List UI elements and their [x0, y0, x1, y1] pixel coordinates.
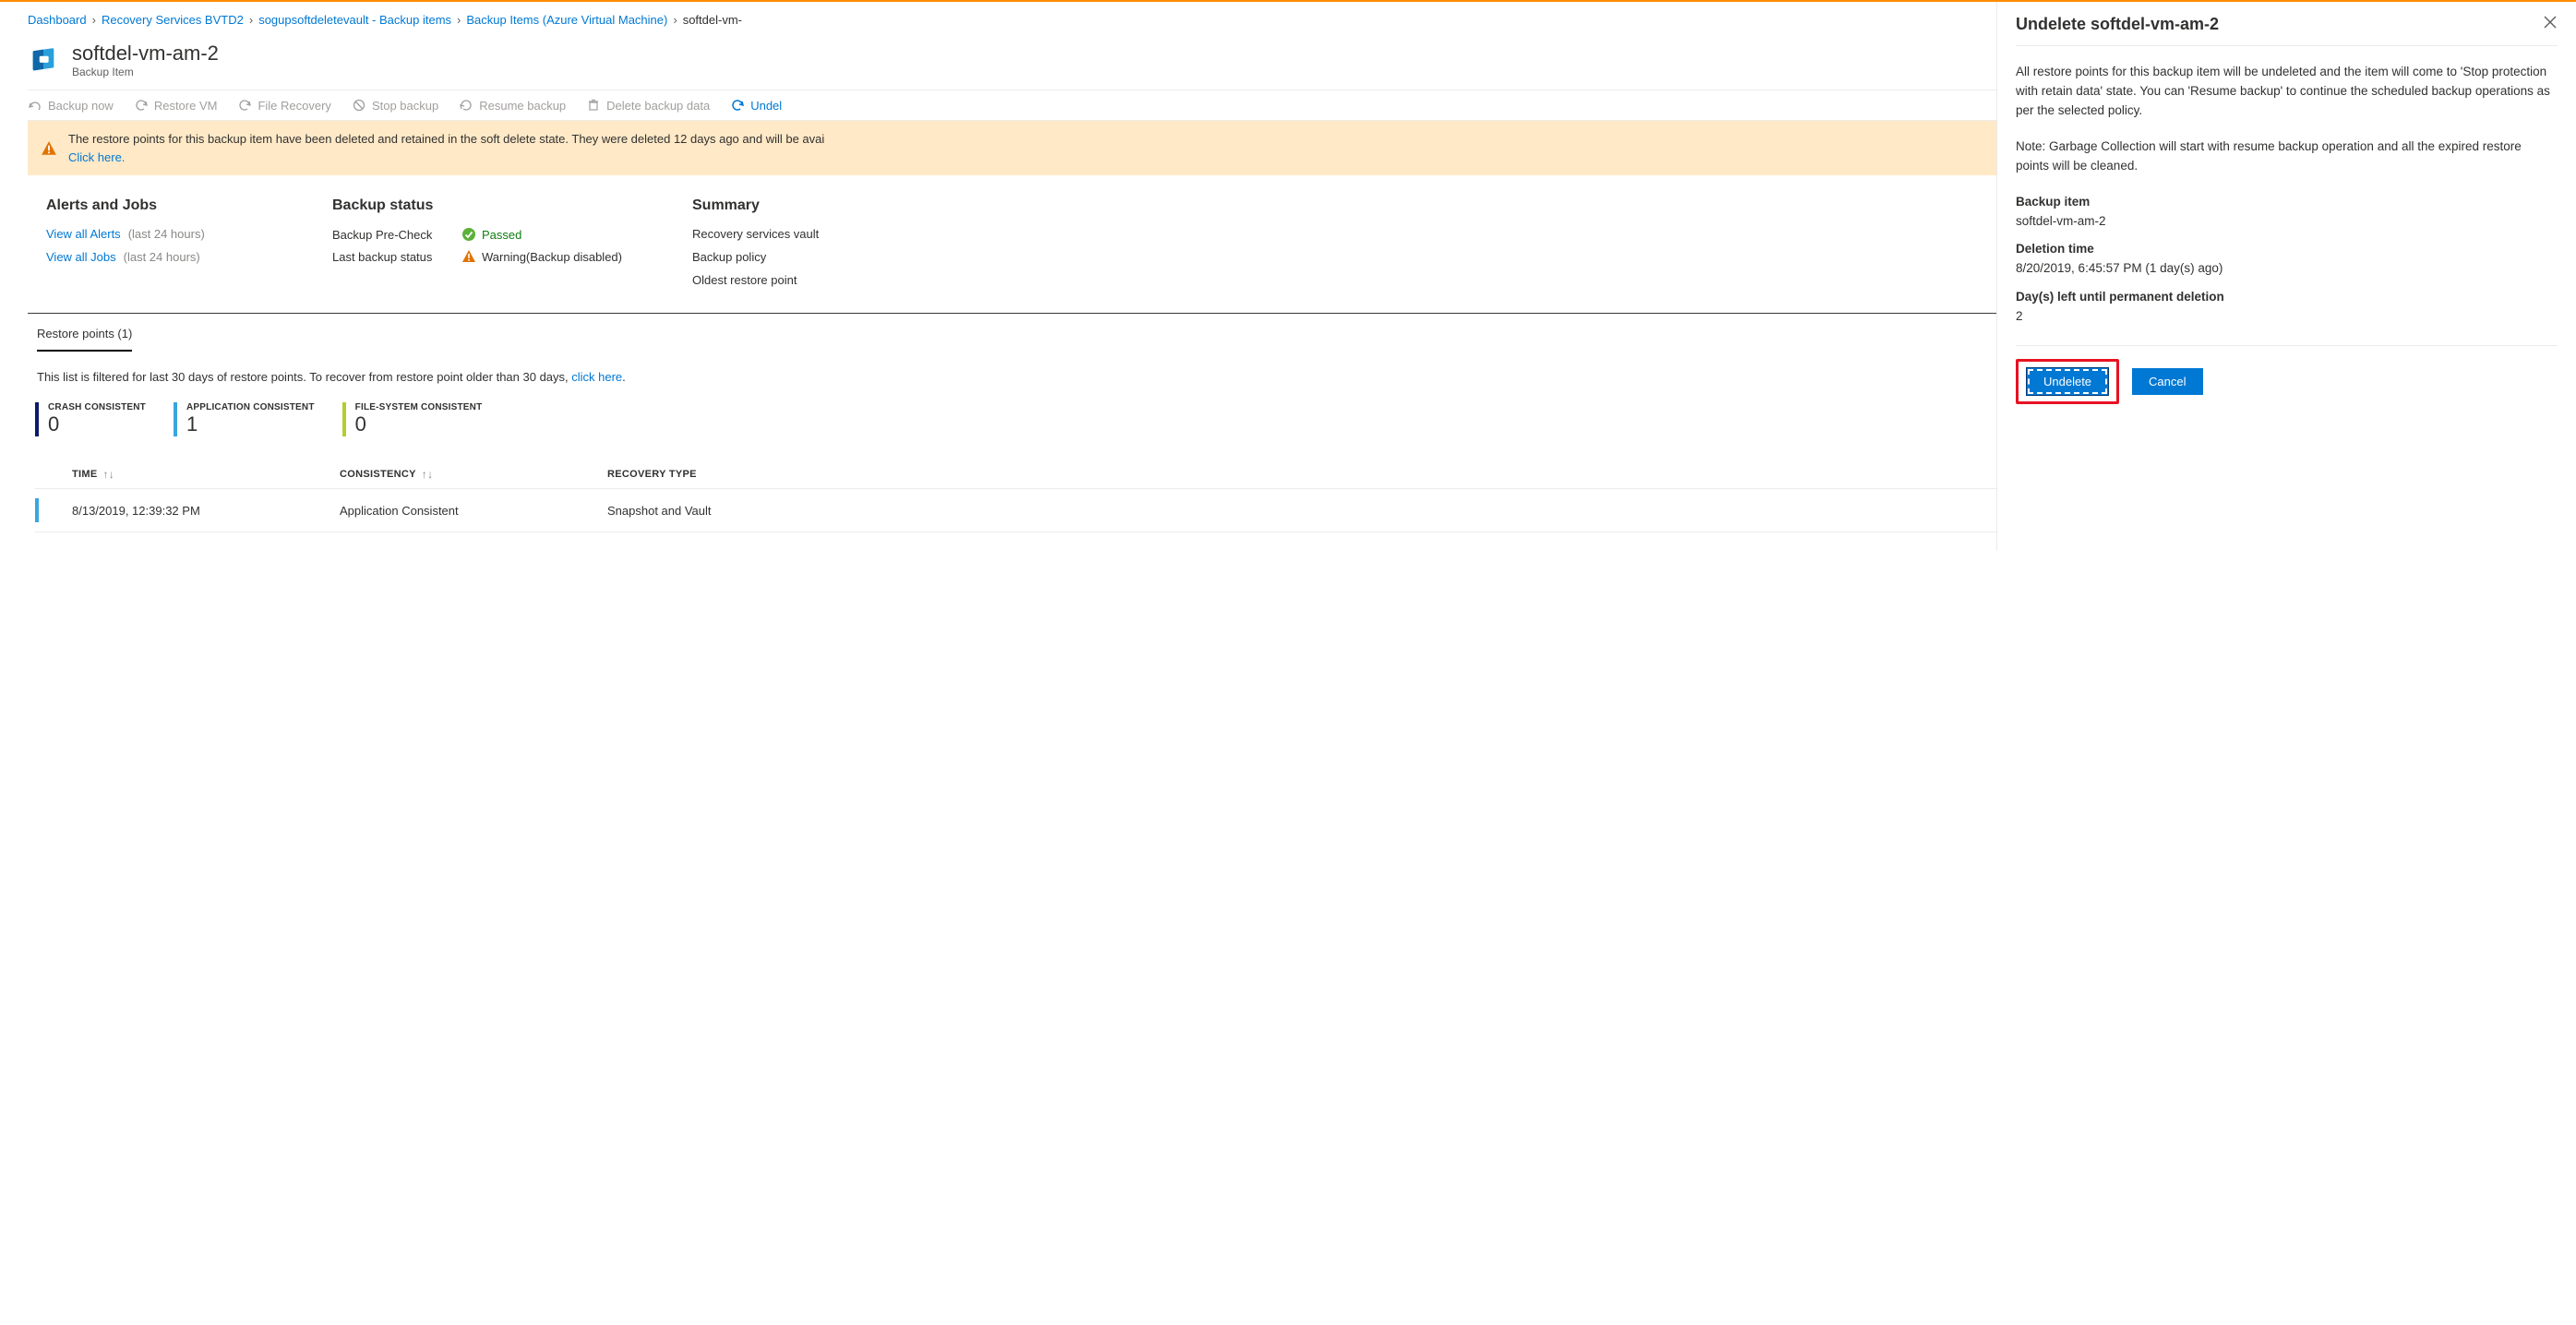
- chevron-right-icon: ›: [457, 13, 461, 27]
- resume-icon: [459, 98, 473, 113]
- deletion-time-label: Deletion time: [2016, 240, 2558, 259]
- cell-time: 8/13/2019, 12:39:32 PM: [72, 504, 340, 518]
- status-passed: Passed: [461, 227, 521, 242]
- counter-label: APPLICATION CONSISTENT: [186, 402, 315, 412]
- breadcrumb-vault-backup-items[interactable]: sogupsoftdeletevault - Backup items: [258, 13, 451, 27]
- highlight-box: Undelete: [2016, 359, 2119, 404]
- breadcrumb-current: softdel-vm-: [683, 13, 742, 27]
- counter-crash: CRASH CONSISTENT 0: [35, 402, 146, 436]
- view-all-jobs-link[interactable]: View all Jobs: [46, 250, 116, 264]
- counter-bar: [174, 402, 177, 436]
- chevron-right-icon: ›: [673, 13, 677, 27]
- days-left-value: 2: [2016, 307, 2558, 327]
- page-subtitle: Backup Item: [72, 66, 219, 78]
- filter-note-prefix: This list is filtered for last 30 days o…: [37, 370, 571, 384]
- cancel-button[interactable]: Cancel: [2132, 368, 2202, 395]
- status-warning: Warning(Backup disabled): [461, 249, 622, 264]
- backup-now-button: Backup now: [28, 98, 114, 113]
- undo-icon: [237, 98, 252, 113]
- chevron-right-icon: ›: [249, 13, 253, 27]
- undo-icon: [134, 98, 149, 113]
- backup-status-section: Backup status Backup Pre-Check Passed La…: [332, 197, 683, 296]
- warning-icon: [41, 140, 57, 157]
- deletion-time-value: 8/20/2019, 6:45:57 PM (1 day(s) ago): [2016, 259, 2558, 279]
- alert-text-line1: The restore points for this backup item …: [68, 132, 824, 146]
- last-status-label: Last backup status: [332, 250, 452, 264]
- filter-click-here-link[interactable]: click here: [571, 370, 622, 384]
- counter-bar: [35, 402, 39, 436]
- toolbar-label: File Recovery: [258, 99, 330, 113]
- restore-vm-button: Restore VM: [134, 98, 218, 113]
- toolbar-label: Stop backup: [372, 99, 438, 113]
- vault-icon: [28, 44, 59, 76]
- undelete-confirm-button[interactable]: Undelete: [2026, 367, 2109, 396]
- undo-icon: [730, 98, 745, 113]
- chevron-right-icon: ›: [92, 13, 96, 27]
- th-consistency: CONSISTENCY: [340, 469, 416, 480]
- counter-value: 1: [186, 412, 315, 436]
- filter-note-suffix: .: [622, 370, 626, 384]
- breadcrumb-recovery-services[interactable]: Recovery Services BVTD2: [102, 13, 244, 27]
- undelete-panel: Undelete softdel-vm-am-2 All restore poi…: [1996, 2, 2576, 551]
- alert-click-here-link[interactable]: Click here.: [68, 150, 125, 164]
- panel-paragraph-1: All restore points for this backup item …: [2016, 63, 2558, 121]
- breadcrumb-dashboard[interactable]: Dashboard: [28, 13, 87, 27]
- toolbar-label: Undel: [750, 99, 782, 113]
- toolbar-label: Delete backup data: [606, 99, 710, 113]
- panel-title: Undelete softdel-vm-am-2: [2016, 15, 2219, 34]
- sort-icon[interactable]: ↑↓: [422, 468, 434, 481]
- page-container: Dashboard › Recovery Services BVTD2 › so…: [0, 2, 2576, 551]
- cell-consistency: Application Consistent: [340, 504, 607, 518]
- stop-icon: [352, 98, 366, 113]
- precheck-value: Passed: [482, 228, 521, 242]
- view-all-alerts-link[interactable]: View all Alerts: [46, 227, 121, 241]
- section-title: Alerts and Jobs: [46, 197, 323, 214]
- counter-value: 0: [48, 412, 146, 436]
- counter-value: 0: [355, 412, 483, 436]
- delete-backup-data-button: Delete backup data: [586, 98, 710, 113]
- panel-paragraph-2: Note: Garbage Collection will start with…: [2016, 137, 2558, 176]
- page-title: softdel-vm-am-2: [72, 42, 219, 66]
- section-title: Backup status: [332, 197, 683, 214]
- row-indicator: [35, 498, 39, 522]
- days-left-label: Day(s) left until permanent deletion: [2016, 288, 2558, 307]
- counter-fs: FILE-SYSTEM CONSISTENT 0: [342, 402, 483, 436]
- tab-restore-points[interactable]: Restore points (1): [37, 327, 132, 352]
- close-icon[interactable]: [2543, 15, 2558, 30]
- last-status-value: Warning(Backup disabled): [482, 250, 622, 264]
- panel-footer: Undelete Cancel: [2016, 345, 2558, 417]
- check-circle-icon: [461, 227, 476, 242]
- precheck-label: Backup Pre-Check: [332, 228, 452, 242]
- trash-icon: [586, 98, 601, 113]
- sort-icon[interactable]: ↑↓: [102, 468, 114, 481]
- alerts-jobs-section: Alerts and Jobs View all Alerts (last 24…: [46, 197, 323, 296]
- counter-label: CRASH CONSISTENT: [48, 402, 146, 412]
- th-time: TIME: [72, 469, 97, 480]
- hours-note: (last 24 hours): [128, 227, 205, 241]
- stop-backup-button: Stop backup: [352, 98, 438, 113]
- counter-label: FILE-SYSTEM CONSISTENT: [355, 402, 483, 412]
- backup-item-label: Backup item: [2016, 193, 2558, 212]
- resume-backup-button: Resume backup: [459, 98, 566, 113]
- counter-app: APPLICATION CONSISTENT 1: [174, 402, 315, 436]
- backup-icon: [28, 98, 42, 113]
- undelete-button[interactable]: Undel: [730, 98, 782, 113]
- toolbar-label: Restore VM: [154, 99, 218, 113]
- breadcrumb-backup-items-vm[interactable]: Backup Items (Azure Virtual Machine): [466, 13, 667, 27]
- hours-note: (last 24 hours): [124, 250, 200, 264]
- th-recovery-type: RECOVERY TYPE: [607, 469, 697, 480]
- counter-bar: [342, 402, 346, 436]
- toolbar-label: Backup now: [48, 99, 114, 113]
- file-recovery-button: File Recovery: [237, 98, 330, 113]
- warning-icon: [461, 249, 476, 264]
- backup-item-value: softdel-vm-am-2: [2016, 212, 2558, 232]
- toolbar-label: Resume backup: [479, 99, 566, 113]
